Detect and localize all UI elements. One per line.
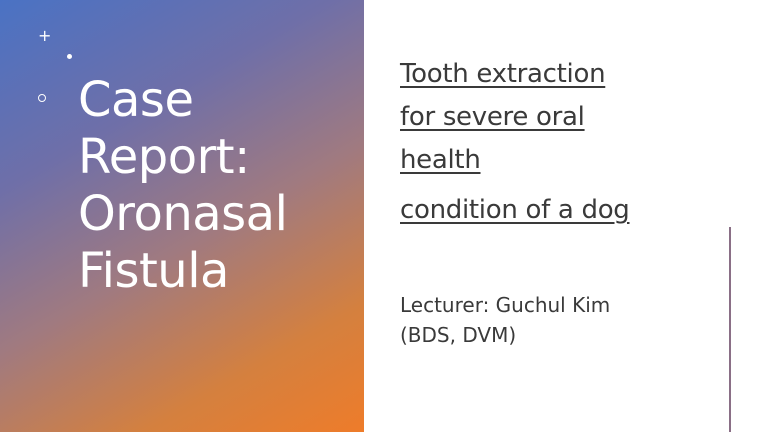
ring-icon — [38, 94, 46, 102]
lecturer-credentials: (BDS, DVM) — [400, 323, 517, 347]
subtitle-line: Tooth extraction — [400, 59, 606, 89]
dot-icon — [67, 54, 72, 59]
subtitle-line: condition of a dog — [400, 195, 630, 225]
title-panel: + Case Report: Oronasal Fistula — [0, 0, 364, 432]
title-line: Report: — [78, 129, 250, 185]
title-line: Case — [78, 72, 194, 128]
lecturer-name: Lecturer: Guchul Kim — [400, 293, 611, 317]
title-line: Oronasal — [78, 186, 288, 242]
plus-icon: + — [38, 26, 52, 45]
title-line: Fistula — [78, 243, 229, 299]
subtitle-line: health — [400, 145, 481, 175]
slide-subtitle: Tooth extraction for severe oral health … — [400, 53, 740, 232]
accent-divider — [729, 227, 731, 432]
slide: + Case Report: Oronasal Fistula Tooth ex… — [0, 0, 768, 432]
subtitle-line: for severe oral — [400, 102, 585, 132]
lecturer-info: Lecturer: Guchul Kim (BDS, DVM) — [400, 290, 720, 350]
slide-title: Case Report: Oronasal Fistula — [78, 72, 360, 300]
